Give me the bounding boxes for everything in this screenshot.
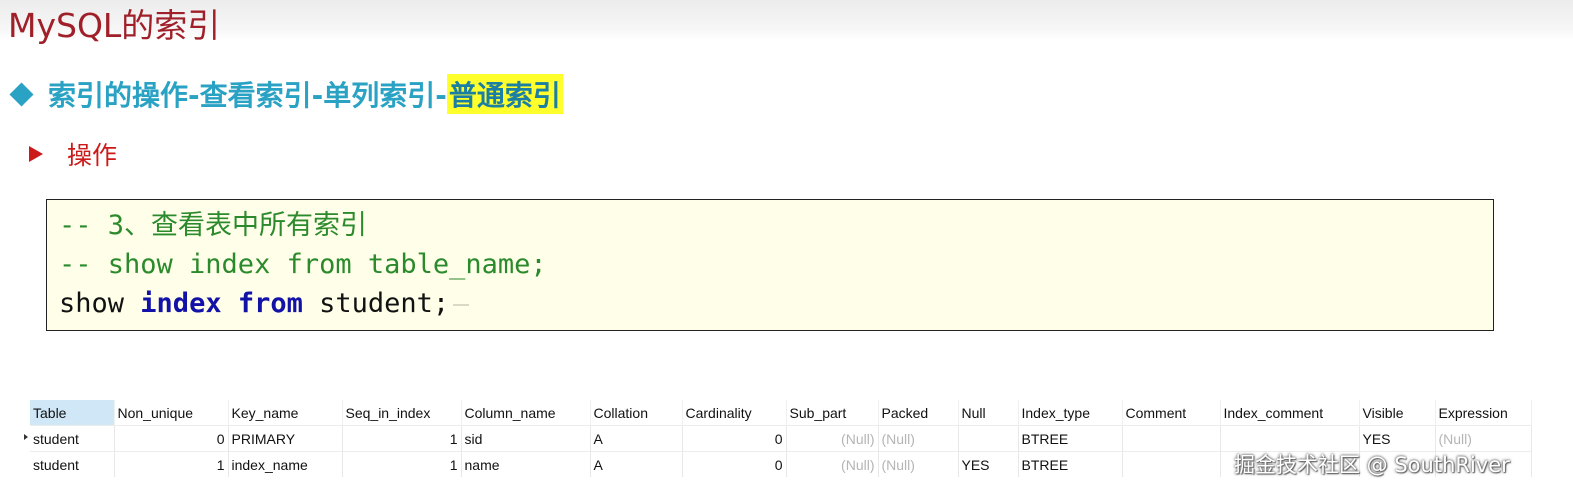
- table-cell[interactable]: (Null): [878, 425, 959, 452]
- table-cell[interactable]: 1: [342, 451, 462, 477]
- code-table-name: student;: [319, 288, 450, 319]
- arrow-bullet-icon: [29, 146, 43, 162]
- table-cell[interactable]: student: [30, 425, 115, 452]
- watermark: 掘金技术社区 @ SouthRiver: [1234, 453, 1510, 477]
- table-cell[interactable]: 0: [682, 451, 787, 477]
- section-heading-text: 索引的操作-查看索引-单列索引-: [48, 79, 447, 112]
- column-header[interactable]: Comment: [1122, 400, 1221, 426]
- column-header[interactable]: Cardinality: [682, 400, 787, 426]
- code-block: -- 3、查看表中所有索引 -- show index from table_n…: [46, 199, 1494, 331]
- table-cell[interactable]: [1220, 425, 1360, 452]
- column-header[interactable]: Expression: [1435, 400, 1532, 426]
- section-heading: 索引的操作-查看索引-单列索引- 普通索引: [9, 72, 563, 116]
- code-comment-line: -- show index from table_name;: [59, 249, 547, 280]
- table-cell[interactable]: BTREE: [1018, 451, 1123, 477]
- table-cell[interactable]: YES: [1359, 425, 1436, 452]
- table-cell[interactable]: student: [30, 451, 115, 477]
- code-statement-line: show index from student;: [59, 284, 1493, 323]
- table-cell[interactable]: [1122, 451, 1221, 477]
- title-bar: [0, 0, 1573, 40]
- code-keyword: index: [140, 288, 222, 319]
- table-cell[interactable]: A: [590, 425, 683, 452]
- table-cell[interactable]: (Null): [1435, 425, 1532, 452]
- table-cell[interactable]: A: [590, 451, 683, 477]
- code-command: show: [59, 288, 125, 319]
- column-header[interactable]: Collation: [590, 400, 683, 426]
- column-header[interactable]: Index_type: [1018, 400, 1123, 426]
- table-cell[interactable]: [958, 425, 1019, 452]
- table-cell[interactable]: sid: [461, 425, 591, 452]
- code-keyword: from: [237, 288, 303, 319]
- table-cell[interactable]: 1: [114, 451, 229, 477]
- column-header[interactable]: Null: [958, 400, 1019, 426]
- column-header[interactable]: Sub_part: [786, 400, 879, 426]
- operation-heading: 操作: [29, 137, 117, 171]
- table-cell[interactable]: YES: [958, 451, 1019, 477]
- table-row[interactable]: student 0 PRIMARY 1 sid A 0 (Null) (Null…: [30, 425, 1532, 452]
- text-cursor: [453, 303, 470, 306]
- column-header[interactable]: Index_comment: [1220, 400, 1360, 426]
- column-header[interactable]: Seq_in_index: [342, 400, 462, 426]
- table-cell[interactable]: name: [461, 451, 591, 477]
- column-header[interactable]: Table: [30, 400, 115, 426]
- column-header[interactable]: Visible: [1359, 400, 1436, 426]
- column-header[interactable]: Key_name: [228, 400, 343, 426]
- table-cell[interactable]: index_name: [228, 451, 343, 477]
- page-title: MySQL的索引: [8, 6, 221, 45]
- column-header[interactable]: Column_name: [461, 400, 591, 426]
- table-cell[interactable]: PRIMARY: [228, 425, 343, 452]
- diamond-bullet-icon: [9, 81, 34, 107]
- table-header-row: Table Non_unique Key_name Seq_in_index C…: [30, 400, 1532, 426]
- table-cell[interactable]: [1122, 425, 1221, 452]
- table-cell[interactable]: 1: [342, 425, 462, 452]
- table-cell[interactable]: 0: [114, 425, 229, 452]
- operation-label: 操作: [67, 141, 118, 170]
- column-header[interactable]: Non_unique: [114, 400, 229, 426]
- table-cell[interactable]: (Null): [878, 451, 959, 477]
- column-header[interactable]: Packed: [878, 400, 959, 426]
- table-cell[interactable]: BTREE: [1018, 425, 1123, 452]
- table-cell[interactable]: (Null): [786, 451, 879, 477]
- table-cell[interactable]: 0: [682, 425, 787, 452]
- code-comment-line: -- 3、查看表中所有索引: [59, 210, 368, 241]
- current-row-indicator-icon: [24, 434, 28, 440]
- section-heading-highlight: 普通索引: [446, 74, 563, 114]
- table-cell[interactable]: (Null): [786, 425, 879, 452]
